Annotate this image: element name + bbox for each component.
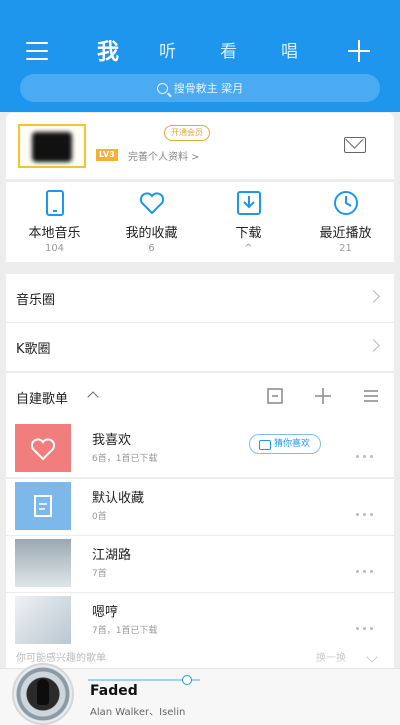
recent-play-button[interactable]: 最近播放 21: [297, 182, 394, 262]
tab-listen[interactable]: 听: [159, 37, 176, 62]
song-artist: Alan Walker、Iselin: [90, 707, 186, 718]
heart-icon: [139, 192, 164, 215]
plus-icon[interactable]: [348, 40, 370, 62]
playlist-meta: 6首，1首已下载: [92, 454, 158, 464]
download-icon: [236, 191, 261, 215]
more-icon[interactable]: [356, 443, 378, 458]
avatar[interactable]: [18, 124, 86, 168]
note-icon: [34, 495, 52, 517]
k-song-circle-label: K歌圈: [16, 341, 51, 357]
playlist-name: 嗯哼: [92, 605, 119, 620]
playlist-cover: [15, 424, 71, 472]
profile-card: 开通会员 LV3 完善个人资料 >: [6, 113, 394, 179]
local-music-count: 104: [44, 243, 65, 254]
add-playlist-icon[interactable]: [312, 385, 334, 407]
heart-icon: [30, 438, 56, 461]
search-icon: [156, 82, 168, 94]
list-manage-icon[interactable]: [360, 385, 382, 407]
tab-sing[interactable]: 唱: [281, 37, 298, 62]
complete-profile-link[interactable]: 完善个人资料 >: [128, 148, 200, 163]
playlists-title: 自建歌单: [16, 392, 69, 407]
search-placeholder: 搜骨敕主 梁月: [173, 82, 244, 95]
local-music-button[interactable]: 本地音乐 104: [6, 182, 103, 262]
recent-play-count: 21: [339, 243, 352, 254]
more-icon[interactable]: [356, 615, 378, 630]
album-art[interactable]: [12, 663, 74, 725]
playlist-meta: 7首，1首已下载: [92, 626, 158, 636]
song-title: Faded: [90, 683, 138, 699]
more-icon[interactable]: [356, 558, 378, 573]
progress-bar[interactable]: [88, 675, 200, 685]
status-bar: [0, 0, 400, 24]
phone-icon: [45, 190, 64, 216]
mail-icon[interactable]: [344, 137, 366, 153]
my-favorites-label: 我的收藏: [125, 226, 178, 241]
playlist-meta: 0首: [92, 512, 107, 522]
clock-icon: [333, 191, 358, 215]
top-bar: 我 听 看 唱 搜骨敕主 梁月: [0, 0, 400, 112]
download-label: 下载: [235, 226, 262, 241]
chevron-right-icon: [367, 339, 380, 352]
playlist-item[interactable]: 我喜欢 6首，1首已下载 猜你喜欢: [6, 421, 394, 477]
music-circle-label: 音乐圈: [16, 292, 56, 308]
menu-icon[interactable]: [26, 42, 48, 62]
playlist-cover: [15, 596, 71, 644]
search-bar[interactable]: 搜骨敕主 梁月: [20, 74, 380, 102]
chevron-up-icon[interactable]: [87, 391, 99, 403]
chevron-right-icon: [367, 290, 380, 303]
playlist-cover: [15, 482, 71, 530]
download-button[interactable]: 下载 ^: [200, 182, 297, 262]
playlist-item[interactable]: 嗯哼 7首，1首已下载: [6, 593, 394, 649]
chevron-down-icon[interactable]: [366, 651, 378, 663]
swap-button[interactable]: 换一换: [316, 648, 346, 670]
my-favorites-button[interactable]: 我的收藏 6: [103, 182, 200, 262]
tab-me[interactable]: 我: [97, 34, 119, 66]
download-count: ^: [244, 243, 253, 254]
recent-play-label: 最近播放: [319, 226, 372, 241]
playlists-header: 自建歌单: [6, 373, 394, 421]
guess-you-like-button[interactable]: 猜你喜欢: [249, 434, 322, 454]
playlist-name: 江湖路: [92, 548, 132, 563]
tabs-row: 我 听 看 唱: [0, 34, 400, 70]
more-icon[interactable]: [356, 501, 378, 516]
k-song-circle-row[interactable]: K歌圈: [6, 323, 394, 371]
playlist-name: 我喜欢: [92, 433, 132, 448]
my-favorites-count: 6: [148, 243, 155, 254]
playlist-item[interactable]: 江湖路 7首: [6, 536, 394, 592]
import-icon[interactable]: [264, 385, 286, 407]
vip-badge[interactable]: 开通会员: [164, 125, 210, 141]
local-music-label: 本地音乐: [28, 226, 81, 241]
progress-knob[interactable]: [182, 675, 192, 685]
recommendation-label: 你可能感兴趣的歌单: [16, 653, 106, 664]
playlist-item[interactable]: 默认收藏 0首: [6, 479, 394, 535]
playlist-meta: 7首: [92, 569, 107, 579]
tab-watch[interactable]: 看: [220, 37, 237, 62]
quick-actions: 本地音乐 104 我的收藏 6 下载 ^ 最近播放 21: [6, 182, 394, 262]
playlist-name: 默认收藏: [92, 491, 145, 506]
music-circle-row[interactable]: 音乐圈: [6, 274, 394, 322]
mini-player[interactable]: Faded Alan Walker、Iselin: [0, 663, 400, 725]
playlist-cover: [15, 539, 71, 587]
level-badge: LV3: [96, 149, 118, 161]
